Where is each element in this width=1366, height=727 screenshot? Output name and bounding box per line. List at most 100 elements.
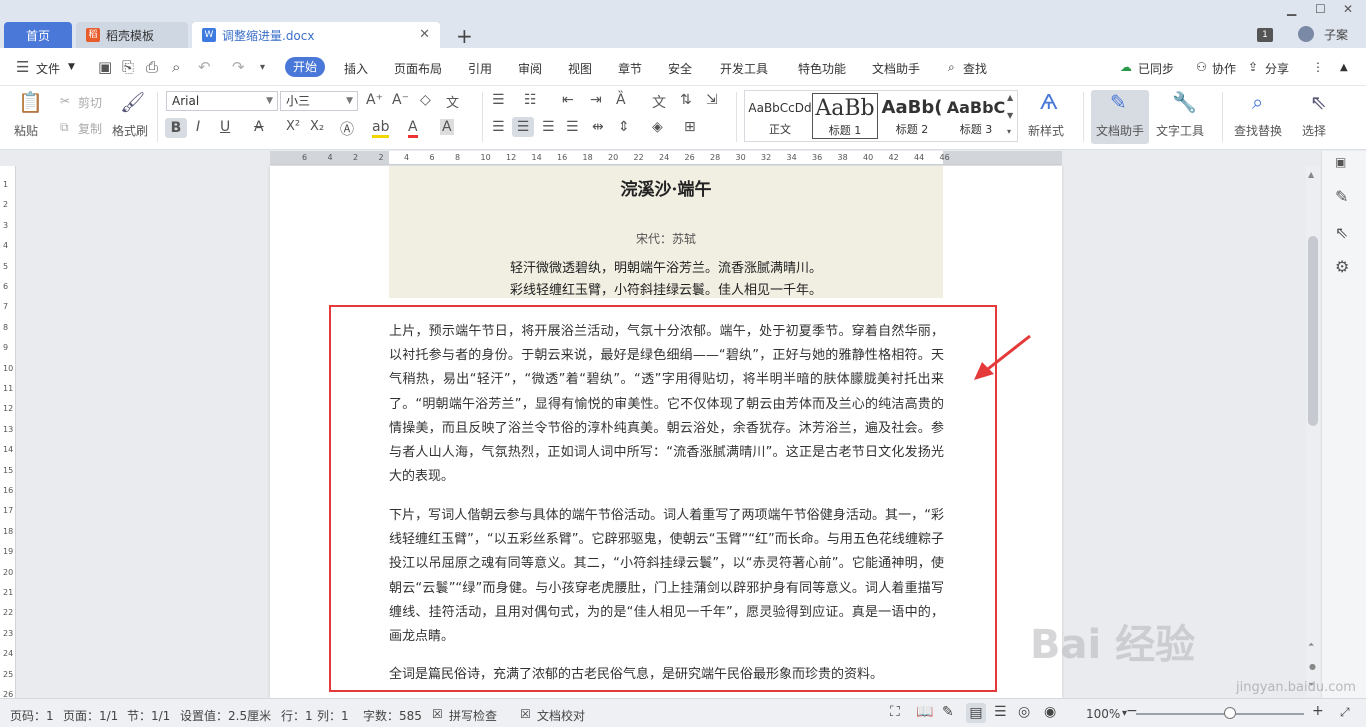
close-tab-icon[interactable]: ✕ [419,27,430,42]
scrollbar-thumb[interactable] [1308,236,1318,426]
pointer-icon[interactable]: ⇖ [1335,223,1348,242]
style-heading-2[interactable]: AaBb(标题 2 [879,93,945,139]
underline-icon[interactable]: U [220,119,230,135]
increase-indent-icon[interactable]: ⇥ [590,92,602,108]
browse-object-icon[interactable]: ● [1309,662,1316,671]
style-heading-3[interactable]: AaBbC 标题 3 [943,93,1009,139]
select-button[interactable]: 选择 [1302,122,1326,139]
subscript-icon[interactable]: X₂ [310,119,324,134]
tab-document[interactable]: W 调整缩进量.docx ✕ [192,22,440,48]
doc-assistant-button[interactable]: 文档助手 [1096,122,1144,139]
zoom-level[interactable]: 100% [1086,707,1120,721]
paste-button[interactable]: 粘贴 [14,122,38,139]
font-size-select[interactable]: 小三 ▼ [280,91,358,111]
new-style-button[interactable]: 新样式 [1028,122,1064,139]
clear-format-icon[interactable]: ◇ [420,92,431,108]
justify-icon[interactable]: ☰ [566,119,579,135]
shading-icon[interactable]: ◈ [652,119,663,135]
line-spacing-icon[interactable]: ⇕ [618,119,630,135]
zoom-in-icon[interactable]: + [1312,703,1324,719]
proofread-button[interactable]: 文档校对 [537,707,585,724]
poem-line-1[interactable]: 轻汗微微透碧纨，明朝端午浴芳兰。流香涨腻满晴川。 [389,257,943,276]
zoom-slider-handle[interactable] [1224,707,1236,719]
quick-access-more-icon[interactable]: ▾ [260,62,265,73]
italic-icon[interactable]: I [196,119,200,135]
menu-file[interactable]: 文件 [36,60,60,77]
menu-find[interactable]: 查找 [963,60,987,77]
print-preview-icon[interactable]: ⌕ [172,58,180,76]
menu-start[interactable]: 开始 [285,57,325,77]
undo-icon[interactable]: ↶ [198,58,211,76]
status-word-count[interactable]: 字数：585 [363,707,422,724]
menu-review[interactable]: 审阅 [518,60,542,77]
bold-icon[interactable]: B [165,118,187,138]
superscript-icon[interactable]: X² [286,119,300,134]
outline-view-icon[interactable]: ☰ [994,704,1007,720]
prev-page-icon[interactable]: ⏶ [1308,640,1314,650]
spell-check-button[interactable]: 拼写检查 [449,707,497,724]
font-color-icon[interactable]: A [408,119,418,138]
poem-title[interactable]: 浣溪沙·端午 [389,175,943,200]
align-center-icon[interactable]: ☰ [512,117,534,137]
status-setting[interactable]: 设置值：2.5厘米 [180,707,271,724]
status-page-number[interactable]: 页码：1 [10,707,54,724]
poem-author[interactable]: 宋代：苏轼 [389,230,943,247]
pen-icon[interactable]: ✎ [1335,187,1348,206]
window-count-badge[interactable]: 1 [1257,28,1273,42]
print-icon[interactable]: ⎙ [146,58,158,76]
menu-security[interactable]: 安全 [668,60,692,77]
avatar[interactable] [1298,26,1314,42]
search-icon[interactable]: ⌕ [948,60,955,75]
format-painter-icon[interactable]: 🖌 [120,90,145,114]
bullet-list-icon[interactable]: ☰ [492,92,505,108]
font-name-select[interactable]: Arial ▼ [166,91,278,111]
style-normal[interactable]: AaBbCcDd 正文 [747,93,813,139]
borders-icon[interactable]: ⊞ [684,119,696,135]
horizontal-ruler[interactable]: 6 4 2 2 4 6 8 10 12 14 16 18 20 22 24 26 28 30 32 34 36 38 40 4… [270,151,1062,165]
menu-references[interactable]: 引用 [468,60,492,77]
minimize-icon[interactable]: ▁ [1287,2,1296,16]
magnifier-icon[interactable]: ⌕ [1252,90,1263,114]
copy-button[interactable]: 复制 [78,120,102,137]
close-window-icon[interactable]: ✕ [1343,2,1353,16]
show-marks-icon[interactable]: ⇲ [706,92,718,108]
distributed-icon[interactable]: ⇹ [592,119,604,135]
wrench-icon[interactable]: 🔧 [1172,90,1197,114]
strikethrough-icon[interactable]: A [254,119,264,135]
web-view-icon[interactable]: ◎ [1018,704,1030,720]
format-painter-button[interactable]: 格式刷 [112,122,148,139]
share-button[interactable]: 分享 [1265,60,1289,77]
redo-icon[interactable]: ↷ [232,58,245,76]
menu-doc-assistant[interactable]: 文档助手 [872,60,920,77]
scroll-up-icon[interactable]: ▲ [1007,93,1013,102]
grow-font-icon[interactable]: A⁺ [366,92,383,108]
more-icon[interactable]: ⋮ [1312,60,1324,74]
menu-features[interactable]: 特色功能 [798,60,846,77]
menu-insert[interactable]: 插入 [344,60,368,77]
find-replace-button[interactable]: 查找替换 [1234,122,1282,139]
reading-mode-icon[interactable]: 📖 [916,704,933,720]
menu-chapter[interactable]: 章节 [618,60,642,77]
chevron-down-icon[interactable]: ▼ [68,62,75,72]
text-direction-icon[interactable]: Ȁ [616,92,626,108]
eye-protect-icon[interactable]: ◉ [1044,704,1056,720]
align-left-icon[interactable]: ☰ [492,119,505,135]
status-section[interactable]: 节：1/1 [127,707,170,724]
export-icon[interactable]: ⎘ [122,58,134,76]
decrease-indent-icon[interactable]: ⇤ [562,92,574,108]
tab-home[interactable]: 首页 [4,22,72,48]
scroll-down-icon[interactable]: ▼ [1007,111,1013,120]
char-shading-icon[interactable]: A [440,119,454,135]
tab-templates[interactable]: 稻稻壳模板 [76,22,188,48]
hamburger-icon[interactable]: ☰ [16,58,29,76]
write-mode-icon[interactable]: ✎ [942,704,954,720]
new-tab-button[interactable]: + [456,24,473,48]
sync-status[interactable]: 已同步 [1138,60,1174,77]
text-tools-button[interactable]: 文字工具 [1156,122,1204,139]
adjust-icon[interactable]: ⚙ [1335,257,1349,276]
menu-page-layout[interactable]: 页面布局 [394,60,442,77]
save-icon[interactable]: ▣ [98,58,112,76]
page-view-icon[interactable]: ▤ [966,703,986,723]
scroll-up-arrow-icon[interactable]: ▲ [1308,170,1314,179]
menu-developer[interactable]: 开发工具 [720,60,768,77]
